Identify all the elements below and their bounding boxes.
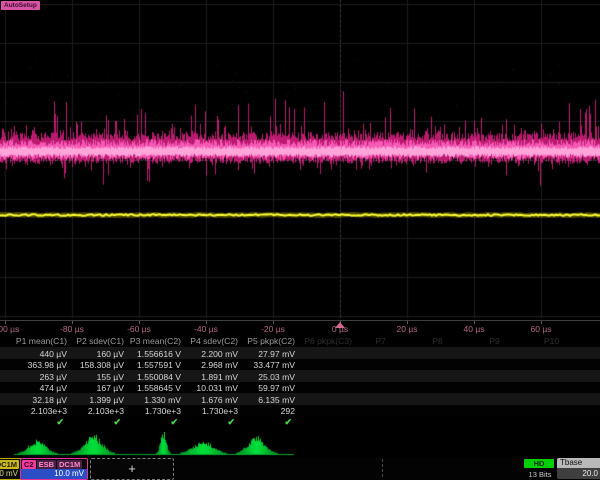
c2-coupling-badge: DC1M (57, 460, 82, 469)
status-check-icon: ✔ (170, 417, 178, 428)
time-label: -40 µs (194, 324, 218, 334)
measure-value: 1.550084 V (137, 372, 181, 382)
measure-value: 1.399 µV (89, 395, 124, 405)
param-header[interactable]: P2 sdev(C1) (76, 336, 124, 346)
param-header[interactable]: P5 pkpk(C2) (247, 336, 295, 346)
measure-value: 2.103e+3 (31, 406, 67, 416)
measure-value: 2.103e+3 (88, 406, 124, 416)
measure-value: 1.330 mV (144, 395, 181, 405)
measure-value: 1.891 mV (201, 372, 238, 382)
measure-value: 155 µV (97, 372, 124, 382)
measure-value: 33.477 mV (253, 360, 295, 370)
c2-eres-badge: ESB (37, 460, 56, 469)
descriptor-bar: DC1M 10.0 mV C2ESBDC1M 10.0 mV + HD 13 B… (0, 458, 600, 480)
status-check-icon: ✔ (56, 417, 64, 428)
param-header[interactable]: P11 (580, 336, 600, 346)
measure-value: 1.557591 V (137, 360, 181, 370)
c2-vdiv-value: 10.0 mV (21, 469, 87, 479)
time-label: -20 µs (261, 324, 285, 334)
measure-value: 1.730e+3 (145, 406, 181, 416)
time-label: 60 µs (531, 324, 552, 334)
table-row-stripe (0, 370, 600, 382)
measure-value: 1.676 mV (201, 395, 238, 405)
measure-value: 10.031 mV (196, 383, 238, 393)
c1-coupling-badge: DC1M (0, 460, 19, 469)
measure-value: 2.968 mV (201, 360, 238, 370)
timebase-value: 20.0 (557, 468, 598, 479)
time-label: -80 µs (60, 324, 84, 334)
measure-value: 27.97 mV (258, 349, 295, 359)
time-axis: -100 µs-80 µs-60 µs-40 µs-20 µs0 µs20 µs… (0, 320, 600, 335)
time-label: 20 µs (397, 324, 418, 334)
measure-value: 474 µV (40, 383, 67, 393)
status-check-icon: ✔ (284, 417, 292, 428)
c1-descriptor[interactable]: DC1M 10.0 mV (0, 458, 22, 480)
timebase-title: Tbase (557, 458, 600, 468)
hd-bits-label: 13 Bits (524, 470, 556, 479)
measure-value: 440 µV (40, 349, 67, 359)
param-header[interactable]: P4 sdev(C2) (190, 336, 238, 346)
measure-value: 158.308 µV (80, 360, 124, 370)
measure-value: 167 µV (97, 383, 124, 393)
add-trace-button[interactable]: + (90, 458, 174, 480)
measure-value: 59.97 mV (258, 383, 295, 393)
hd-mode-badge[interactable]: HD (524, 459, 554, 468)
measure-value: 160 µV (97, 349, 124, 359)
param-header[interactable]: P10 (523, 336, 580, 346)
measure-value: 1.730e+3 (202, 406, 238, 416)
param-header[interactable]: P3 mean(C2) (130, 336, 181, 346)
time-label: -100 µs (0, 324, 19, 334)
status-check-icon: ✔ (227, 417, 235, 428)
measure-value: 1.558645 V (137, 383, 181, 393)
waveform-canvas (0, 0, 600, 320)
measure-value: 292 (281, 406, 295, 416)
measure-value: 6.135 mV (258, 395, 295, 405)
histicon-strip (0, 432, 600, 458)
measure-value: 1.556616 V (137, 349, 181, 359)
autosetup-undo-badge[interactable]: AutoSetup (1, 1, 40, 10)
param-header[interactable]: P7 (352, 336, 409, 346)
measure-value: 263 µV (40, 372, 67, 382)
time-label: -60 µs (127, 324, 151, 334)
param-header[interactable]: P1 mean(C1) (16, 336, 67, 346)
measure-value: 363.98 µV (28, 360, 67, 370)
measure-value: 25.03 mV (258, 372, 295, 382)
measure-value: 32.18 µV (32, 395, 67, 405)
histicon-canvas (0, 432, 600, 458)
trigger-time-marker-icon[interactable] (335, 322, 345, 328)
time-label: 40 µs (464, 324, 485, 334)
table-row-stripe (0, 347, 600, 359)
param-header[interactable]: P6 pkpk(C3) (304, 336, 352, 346)
waveform-display[interactable]: AutoSetup (0, 0, 600, 320)
table-row-stripe (0, 382, 600, 394)
status-check-icon: ✔ (113, 417, 121, 428)
c1-vdiv-value: 10.0 mV (0, 469, 21, 479)
timebase-descriptor[interactable]: Tbase 20.0 (557, 458, 600, 479)
param-header[interactable]: P8 (409, 336, 466, 346)
oscilloscope-screen: AutoSetup -100 µs -80 µs -60 µs -40 µs -20 µ… (0, 0, 600, 480)
measure-value: 2.200 mV (201, 349, 238, 359)
descriptor-separator (382, 459, 383, 477)
c2-descriptor[interactable]: C2ESBDC1M 10.0 mV (20, 458, 88, 480)
measure-table[interactable]: P1 mean(C1) 440 µV363.98 µV 263 µV474 µV 32… (0, 334, 600, 432)
c2-channel-badge: C2 (22, 460, 36, 469)
param-header[interactable]: P9 (466, 336, 523, 346)
